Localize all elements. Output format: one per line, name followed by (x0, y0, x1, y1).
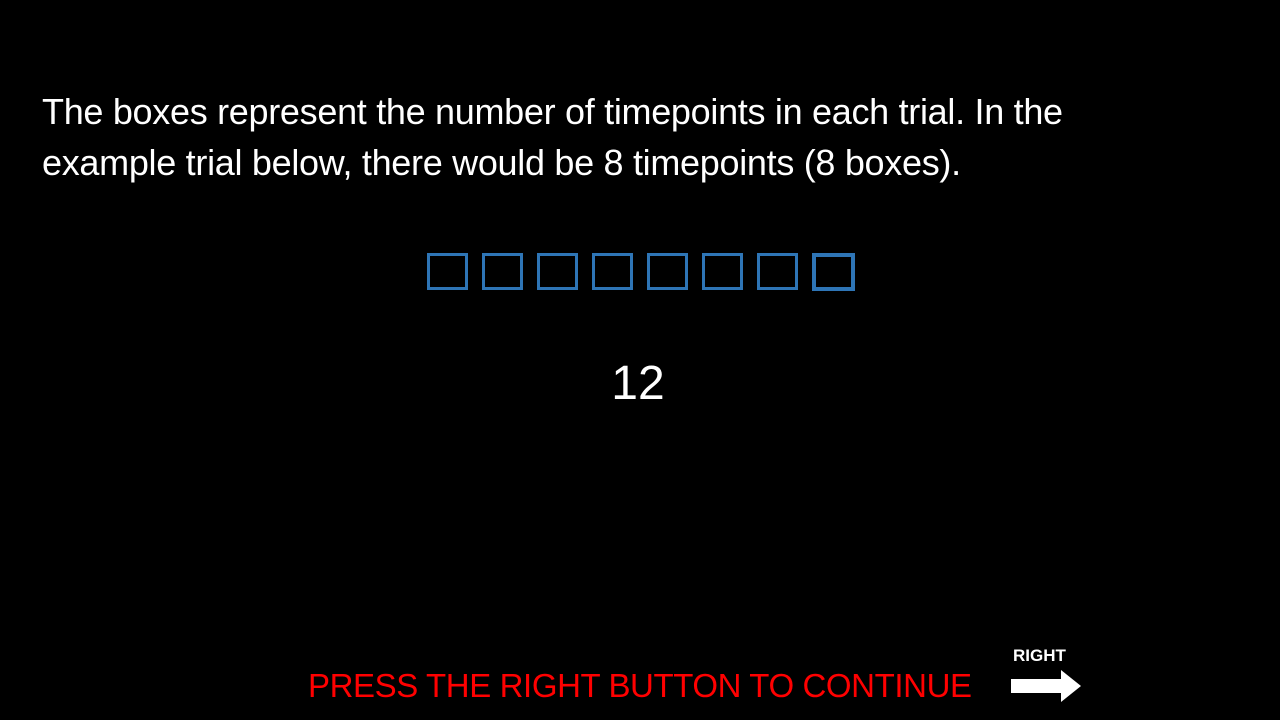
instruction-line-2: example trial below, there would be 8 ti… (42, 142, 961, 183)
continue-prompt: PRESS THE RIGHT BUTTON TO CONTINUE (308, 667, 972, 704)
timepoint-box (702, 253, 743, 290)
timepoint-box (812, 253, 855, 291)
timepoint-box (757, 253, 798, 290)
timepoint-boxes (427, 253, 855, 291)
timepoint-box (647, 253, 688, 290)
timepoint-box (427, 253, 468, 290)
timepoint-box (592, 253, 633, 290)
trial-counter: 12 (611, 357, 665, 410)
right-key-hint: RIGHT (1003, 644, 1083, 704)
timepoint-box (537, 253, 578, 290)
right-key-label: RIGHT (1013, 646, 1066, 665)
instruction-line-1: The boxes represent the number of timepo… (42, 91, 1063, 132)
timepoint-box (482, 253, 523, 290)
instruction-text: The boxes represent the number of timepo… (42, 86, 1232, 188)
right-arrow-icon (1011, 670, 1081, 702)
